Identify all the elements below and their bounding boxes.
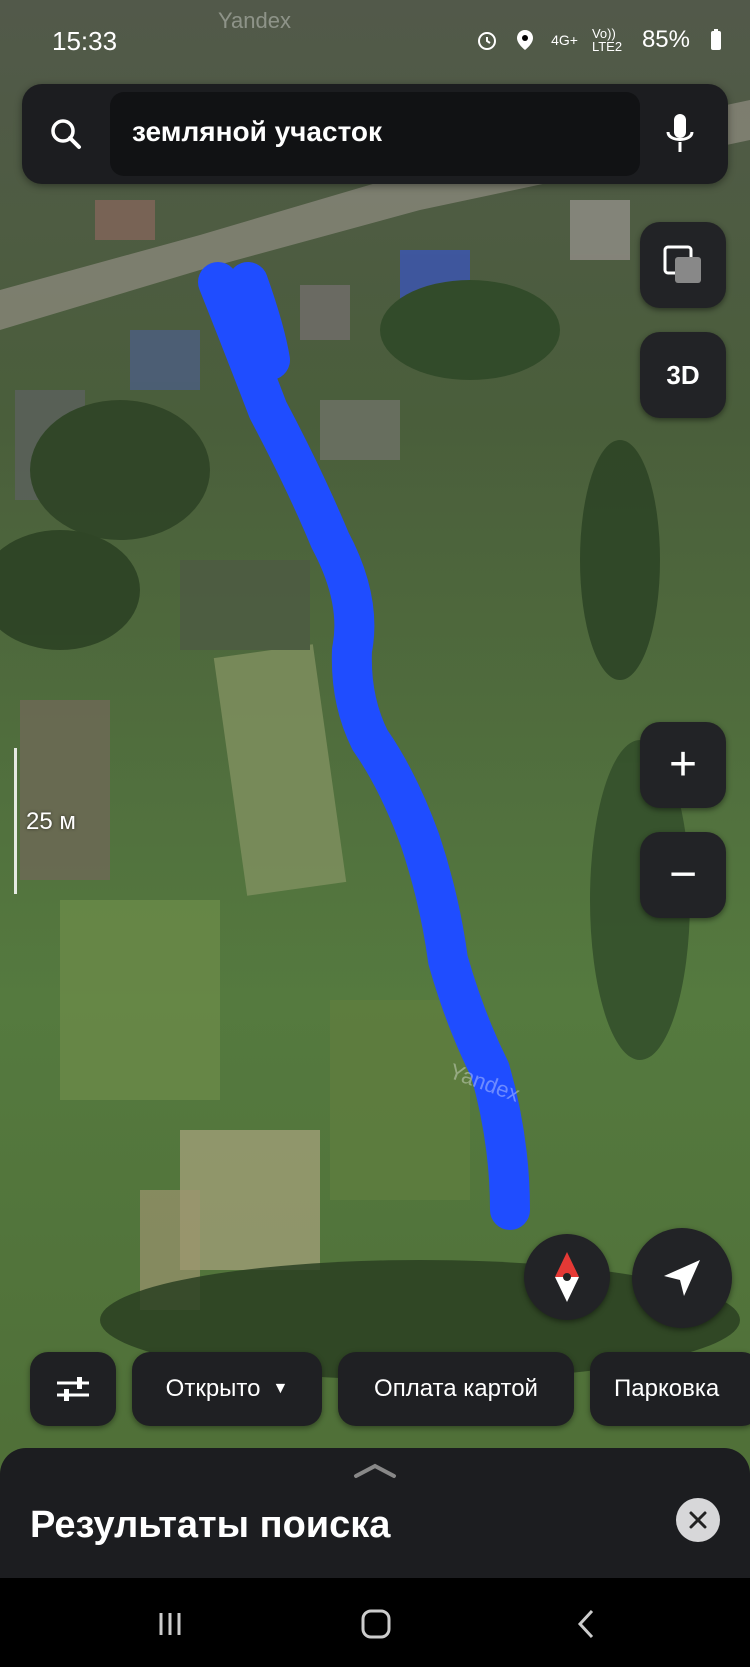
alarm-icon xyxy=(478,32,497,50)
battery-icon xyxy=(711,29,721,50)
back-button[interactable] xyxy=(556,1602,616,1646)
scale-bar xyxy=(14,748,17,894)
home-icon xyxy=(361,1609,391,1639)
zoom-in-icon: + xyxy=(668,738,698,791)
network-type: 4G+ xyxy=(551,32,578,48)
chip-parking-label: Парковка xyxy=(614,1375,720,1402)
chip-parking[interactable]: Парковка xyxy=(590,1352,750,1426)
recent-apps-icon xyxy=(159,1613,181,1635)
search-query: земляной участок xyxy=(132,116,383,147)
volte-label: Vo)) LTE2 xyxy=(591,26,623,54)
chip-open[interactable]: Открыто ▼ xyxy=(132,1352,322,1426)
chip-card-payment[interactable]: Оплата картой xyxy=(338,1352,574,1426)
search-bar: земляной участок xyxy=(22,84,728,184)
back-icon xyxy=(577,1609,594,1639)
recent-apps-button[interactable] xyxy=(140,1602,200,1646)
close-icon xyxy=(689,1511,707,1529)
layers-icon xyxy=(663,245,701,283)
home-button[interactable] xyxy=(346,1602,406,1646)
microphone-icon[interactable] xyxy=(660,110,700,158)
battery-level: 85% xyxy=(641,26,690,53)
close-results-button[interactable] xyxy=(676,1498,720,1542)
scale-label: 25 м xyxy=(26,808,76,835)
location-icon xyxy=(517,30,534,50)
system-nav-bar xyxy=(0,1578,750,1667)
sliders-icon xyxy=(57,1377,89,1401)
zoom-out-icon: − xyxy=(668,848,698,901)
chevron-down-icon: ▼ xyxy=(272,1380,289,1397)
search-icon[interactable] xyxy=(46,114,86,154)
compass-button[interactable] xyxy=(524,1234,610,1320)
layers-button[interactable] xyxy=(640,222,726,308)
locate-button[interactable] xyxy=(632,1228,732,1328)
sheet-handle-icon[interactable] xyxy=(352,1460,398,1480)
status-icons: 4G+ Vo)) LTE2 85% xyxy=(475,26,728,54)
navigation-arrow-icon xyxy=(664,1260,700,1296)
chip-open-label: Открыто xyxy=(165,1375,261,1402)
status-bar: 15:33 4G+ Vo)) LTE2 85% xyxy=(0,0,750,80)
3d-button[interactable]: 3D xyxy=(640,332,726,418)
search-input[interactable]: земляной участок xyxy=(110,92,640,176)
status-time: 15:33 xyxy=(52,26,118,56)
3d-label: 3D xyxy=(666,359,700,390)
filter-chips: Открыто ▼ Оплата картой Парковка xyxy=(0,1352,750,1426)
filters-button[interactable] xyxy=(30,1352,116,1426)
results-title: Результаты поиска xyxy=(30,1504,391,1546)
zoom-in-button[interactable]: + xyxy=(640,722,726,808)
chip-card-payment-label: Оплата картой xyxy=(374,1375,538,1402)
zoom-out-button[interactable]: − xyxy=(640,832,726,918)
compass-icon xyxy=(555,1252,579,1302)
results-sheet[interactable]: Результаты поиска xyxy=(0,1448,750,1578)
